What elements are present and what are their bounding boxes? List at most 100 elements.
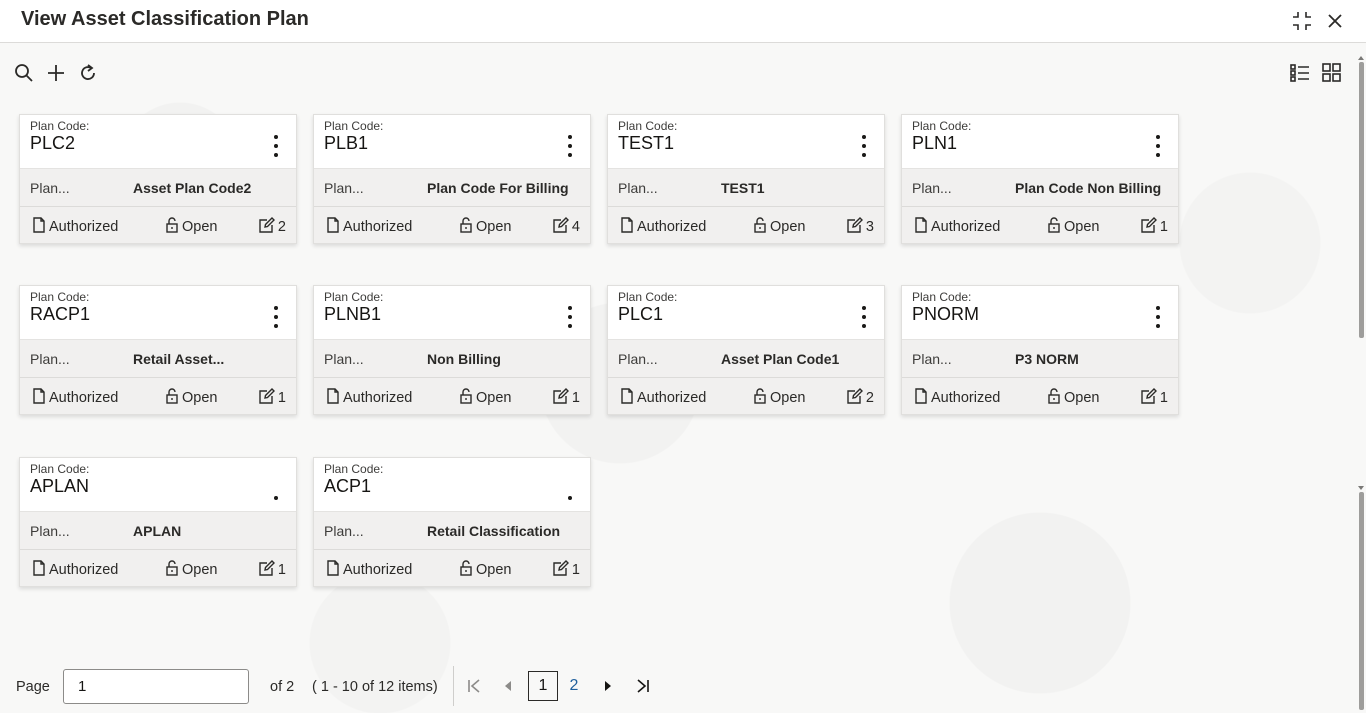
close-icon[interactable] [1323,9,1347,33]
page-label: Page [16,679,50,695]
first-page-icon[interactable] [463,675,485,697]
document-icon [32,560,46,580]
authorization-status: Authorized [620,388,706,408]
plan-code-value: RACP1 [30,304,91,324]
plan-card[interactable]: Plan Code: PLB1 Plan... Plan Code For Billi… [313,114,591,244]
plan-code-label: Plan Code: [324,119,384,133]
more-actions-icon[interactable] [268,135,284,157]
plan-code-value: TEST1 [618,133,675,153]
more-actions-icon[interactable] [856,135,872,157]
card-header: Plan Code: PLC1 [608,286,884,340]
unlock-icon [459,217,473,237]
authorization-status: Authorized [620,217,706,237]
more-actions-icon[interactable] [268,478,284,500]
modification-count-text: 4 [571,219,580,235]
modification-count: 1 [259,388,286,408]
plan-description-label: Plan... [30,180,70,196]
document-icon [32,217,46,237]
card-header: Plan Code: ACP1 [314,458,590,512]
authorization-status: Authorized [326,388,412,408]
plan-code-value: ACP1 [324,476,372,496]
plan-code-label: Plan Code: [30,462,90,476]
add-icon[interactable] [44,61,68,85]
authorization-status-text: Authorized [343,390,413,406]
plan-code-label: Plan Code: [618,290,678,304]
plan-card[interactable]: Plan Code: PLNB1 Plan... Non Billing Authori… [313,285,591,415]
card-header: Plan Code: PLC2 [20,115,296,169]
modification-count-text: 1 [1159,390,1168,406]
modification-count-text: 1 [1159,219,1168,235]
plan-card[interactable]: Plan Code: TEST1 Plan... TEST1 Authorized Ope… [607,114,885,244]
authorization-status-text: Authorized [637,219,707,235]
card-header: Plan Code: PLB1 [314,115,590,169]
more-actions-icon[interactable] [562,135,578,157]
scrollbar-thumb-lower[interactable] [1359,492,1364,710]
unlock-icon [459,388,473,408]
plan-code-label: Plan Code: [912,119,972,133]
unlock-icon [1047,217,1061,237]
card-footer: Authorized Open 4 [314,207,590,243]
card-header: Plan Code: PLN1 [902,115,1178,169]
plan-card[interactable]: Plan Code: PLC1 Plan... Asset Plan Code1 Aut… [607,285,885,415]
scrollbar-thumb[interactable] [1359,62,1364,338]
item-range-label: ( 1 - 10 of 12 items) [312,679,438,695]
card-description-row: Plan... Asset Plan Code1 [608,340,884,378]
plan-code-value: APLAN [30,476,90,496]
plan-description-label: Plan... [618,180,658,196]
plan-card[interactable]: Plan Code: RACP1 Plan... Retail Asset... Aut… [19,285,297,415]
grid-view-icon[interactable] [1320,61,1344,85]
last-page-icon[interactable] [632,675,654,697]
list-view-icon[interactable] [1288,61,1312,85]
plan-card[interactable]: Plan Code: PLN1 Plan... Plan Code Non Billi… [901,114,1179,244]
modification-count-text: 1 [571,562,580,578]
more-actions-icon[interactable] [268,306,284,328]
plan-description-value: TEST1 [721,180,765,196]
plan-description-value: Plan Code For Billing [427,180,569,196]
authorization-status: Authorized [914,217,1000,237]
minimize-icon[interactable] [1290,9,1314,33]
record-status-text: Open [182,390,218,406]
card-header: Plan Code: PLNB1 [314,286,590,340]
authorization-status: Authorized [914,388,1000,408]
authorization-status-text: Authorized [49,390,119,406]
next-page-icon[interactable] [597,675,619,697]
card-description-row: Plan... APLAN [20,512,296,550]
refresh-icon[interactable] [76,61,100,85]
record-status: Open [753,217,805,237]
authorization-status-text: Authorized [343,562,413,578]
previous-page-icon[interactable] [497,675,519,697]
more-actions-icon[interactable] [562,306,578,328]
record-status: Open [459,560,511,580]
page-1-button[interactable]: 1 [528,671,558,701]
plan-code-value: PNORM [912,304,979,324]
record-status: Open [753,388,805,408]
card-description-row: Plan... Plan Code For Billing [314,169,590,207]
plan-description-value: Non Billing [427,351,501,367]
more-actions-icon[interactable] [562,478,578,500]
more-actions-icon[interactable] [856,306,872,328]
card-footer: Authorized Open 1 [314,378,590,414]
authorization-status-text: Authorized [343,219,413,235]
more-actions-icon[interactable] [1150,135,1166,157]
edit-icon [847,217,863,237]
modification-count: 1 [1141,388,1168,408]
record-status: Open [459,217,511,237]
modification-count-text: 2 [277,219,286,235]
edit-icon [259,217,275,237]
record-status: Open [459,388,511,408]
plan-card[interactable]: Plan Code: ACP1 Plan... Retail Classificati… [313,457,591,587]
plan-description-value: P3 NORM [1015,351,1079,367]
plan-card[interactable]: Plan Code: APLAN Plan... APLAN Authorized Ope… [19,457,297,587]
document-icon [32,388,46,408]
more-actions-icon[interactable] [1150,306,1166,328]
page-number-input[interactable] [63,669,249,704]
plan-code-value: PLC2 [30,133,76,153]
plan-code-label: Plan Code: [618,119,678,133]
plan-card[interactable]: Plan Code: PNORM Plan... P3 NORM Authorized O… [901,285,1179,415]
page-2-button[interactable]: 2 [559,671,589,701]
scroll-down-icon[interactable] [1358,486,1364,490]
search-icon[interactable] [12,61,36,85]
plan-card[interactable]: Plan Code: PLC2 Plan... Asset Plan Code2 Aut… [19,114,297,244]
edit-icon [553,560,569,580]
scroll-up-icon[interactable] [1358,56,1364,60]
